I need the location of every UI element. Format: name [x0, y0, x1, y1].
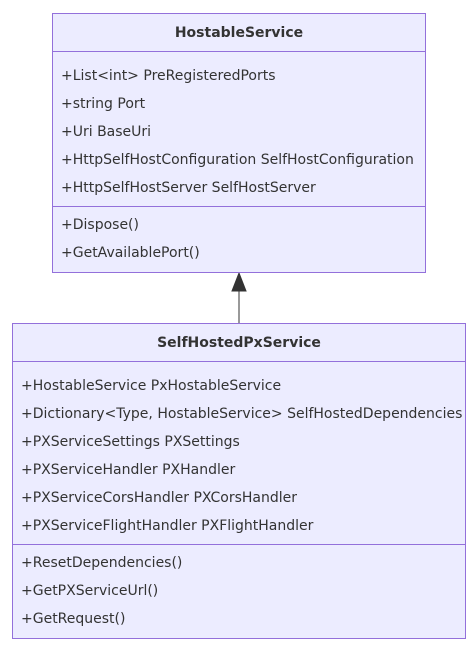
attribute: +HostableService PxHostableService [21, 378, 282, 394]
attribute: +Uri BaseUri [61, 124, 152, 140]
attribute: +Dictionary<Type, HostableService> SelfH… [21, 406, 463, 422]
class-self-hosted-px-service-attributes: +HostableService PxHostableService +Dict… [13, 362, 465, 545]
method: +GetRequest() [21, 611, 126, 627]
class-self-hosted-px-service[interactable]: SelfHostedPxService +HostableService PxH… [12, 323, 466, 639]
attribute: +HttpSelfHostConfiguration SelfHostConfi… [61, 152, 414, 168]
attribute: +PXServiceCorsHandler PXCorsHandler [21, 490, 298, 506]
method: +GetPXServiceUrl() [21, 583, 159, 599]
attribute: +PXServiceSettings PXSettings [21, 434, 240, 450]
attribute: +string Port [61, 96, 146, 112]
class-hostable-service-attributes: +List<int> PreRegisteredPorts +string Po… [53, 52, 425, 207]
class-hostable-service[interactable]: HostableService +List<int> PreRegistered… [52, 13, 426, 273]
attribute: +PXServiceHandler PXHandler [21, 462, 236, 478]
class-self-hosted-px-service-title: SelfHostedPxService [13, 324, 465, 362]
method: +GetAvailablePort() [61, 245, 200, 261]
attribute: +HttpSelfHostServer SelfHostServer [61, 180, 316, 196]
class-self-hosted-px-service-methods: +ResetDependencies() +GetPXServiceUrl() … [13, 545, 465, 633]
class-hostable-service-title: HostableService [53, 14, 425, 52]
attribute: +List<int> PreRegisteredPorts [61, 68, 276, 84]
method: +Dispose() [61, 217, 139, 233]
method: +ResetDependencies() [21, 555, 183, 571]
attribute: +PXServiceFlightHandler PXFlightHandler [21, 518, 314, 534]
inheritance-arrowhead [231, 271, 247, 292]
class-hostable-service-methods: +Dispose() +GetAvailablePort() [53, 207, 425, 267]
